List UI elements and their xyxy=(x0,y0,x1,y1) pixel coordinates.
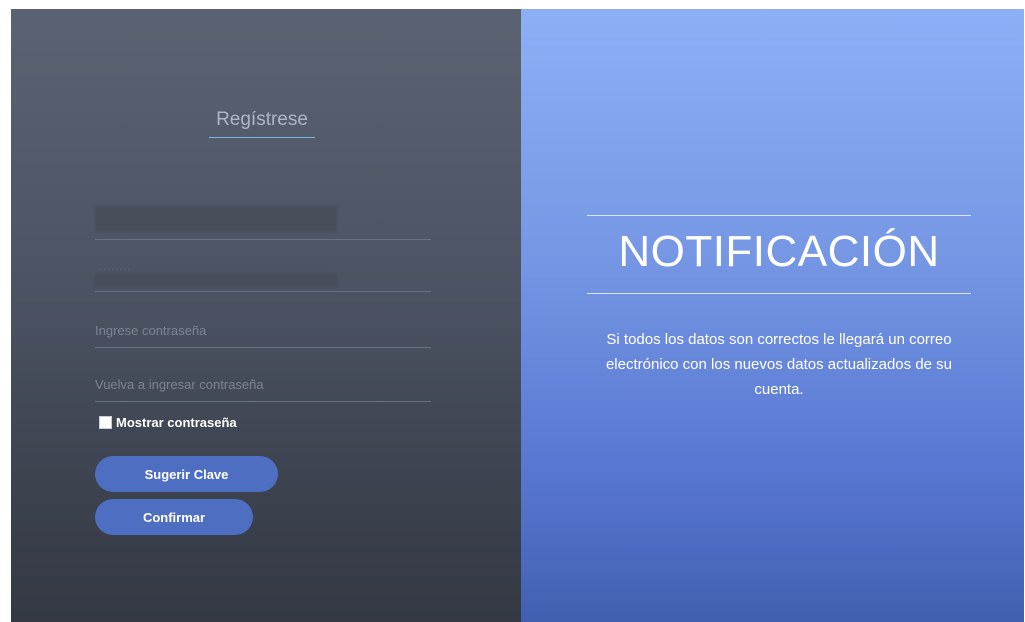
confirm-password-input[interactable] xyxy=(95,373,425,395)
notification-message: Si todos los datos son correctos le lleg… xyxy=(605,331,953,398)
notification-title: NOTIFICACIÓN xyxy=(618,227,940,276)
redacted-field-2[interactable]: ········ xyxy=(95,255,431,292)
field-1-input[interactable] xyxy=(95,211,425,233)
notification-bottom-divider xyxy=(587,293,971,294)
notification-top-divider xyxy=(587,215,971,216)
password-input[interactable] xyxy=(95,319,425,341)
show-password-toggle[interactable]: Mostrar contraseña xyxy=(99,415,237,430)
redacted-value-2 xyxy=(95,273,337,287)
suggest-password-button[interactable]: Sugerir Clave xyxy=(95,456,278,492)
confirm-password-field[interactable] xyxy=(95,365,431,402)
form-title: Regístrese xyxy=(209,109,315,138)
redacted-field-1[interactable] xyxy=(95,203,431,240)
confirm-button[interactable]: Confirmar xyxy=(95,499,253,535)
registration-panel: Regístrese ········ Mostrar contraseña S… xyxy=(11,9,521,622)
show-password-checkbox[interactable] xyxy=(99,416,112,429)
password-field[interactable] xyxy=(95,311,431,348)
notification-panel: NOTIFICACIÓN Si todos los datos son corr… xyxy=(521,9,1024,622)
show-password-label: Mostrar contraseña xyxy=(116,415,237,430)
page-frame: Regístrese ········ Mostrar contraseña S… xyxy=(11,9,1024,622)
